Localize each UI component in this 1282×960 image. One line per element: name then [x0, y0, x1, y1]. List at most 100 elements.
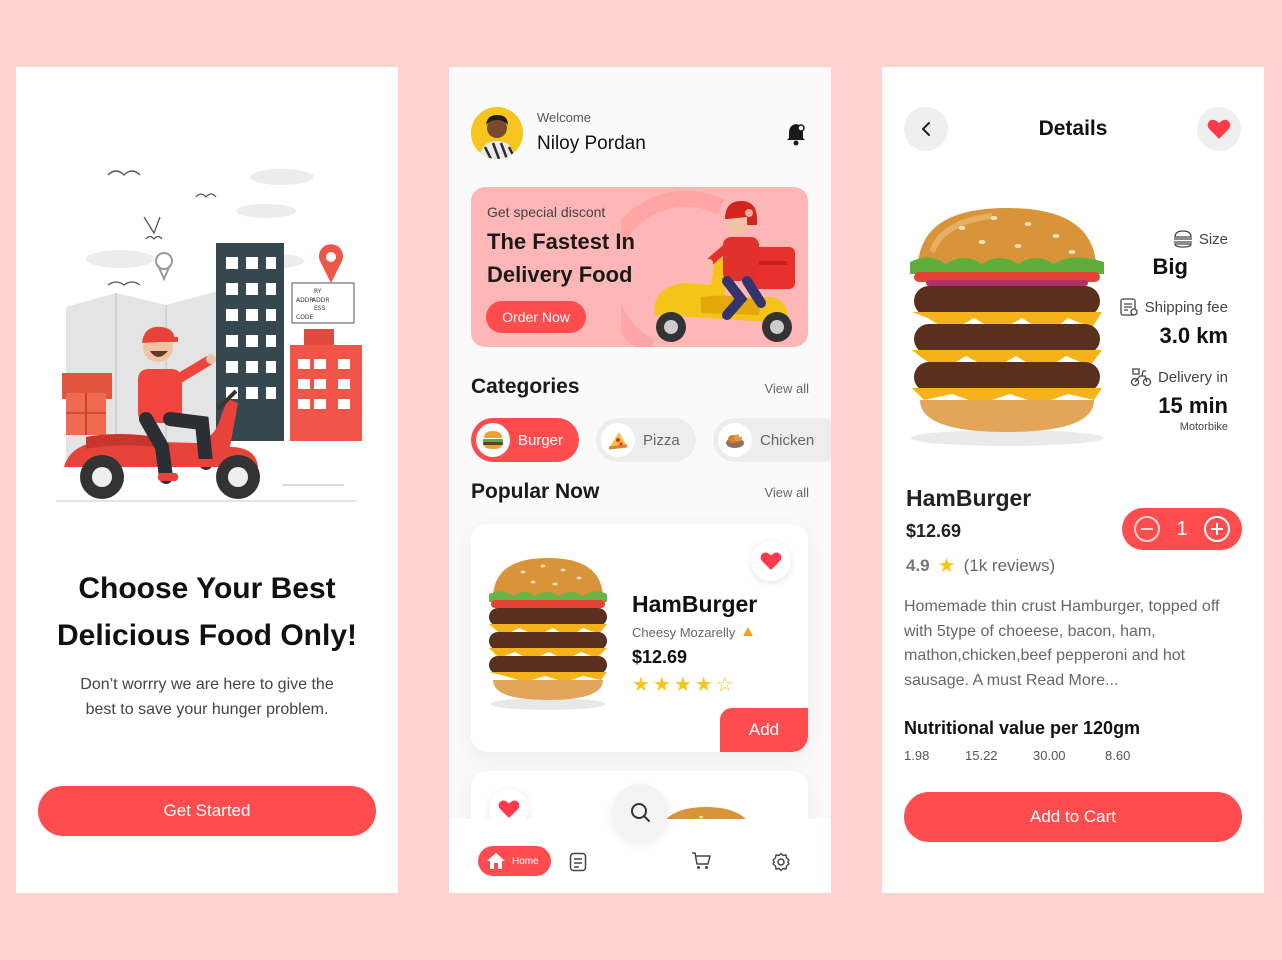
rating-value: 4.9: [906, 555, 930, 575]
details-screen: Details Size Big Shipping fee 3.0 km Del…: [882, 67, 1264, 893]
categories-title: Categories: [471, 375, 580, 398]
delivery-label-row: Delivery in: [1130, 367, 1228, 387]
favorite-button[interactable]: [751, 541, 791, 581]
category-label: Pizza: [643, 431, 680, 449]
sign-line: RY: [314, 288, 322, 295]
delivery-value: 15 min: [1158, 393, 1228, 418]
popular-title: Popular Now: [471, 480, 600, 503]
promo-title: The Fastest In Delivery Food: [487, 225, 635, 291]
nutrition-title: Nutritional value per 120gm: [904, 718, 1141, 738]
cart-icon[interactable]: [691, 852, 711, 870]
nutrition-value: 8.60: [1105, 748, 1131, 763]
size-label-row: Size: [1153, 230, 1228, 248]
minus-icon: [1141, 528, 1153, 530]
cloud: [236, 204, 296, 218]
category-chip-burger[interactable]: Burger: [471, 418, 580, 462]
decrease-quantity-button[interactable]: [1134, 516, 1160, 542]
shipping-label-row: Shipping fee: [1119, 297, 1228, 317]
get-started-button[interactable]: Get Started: [38, 786, 376, 836]
nutrition-value: 30.00: [1033, 748, 1066, 763]
burger-icon: [476, 423, 510, 457]
promo-subtitle: Get special discont: [487, 204, 606, 220]
delivery-label: Delivery in: [1157, 368, 1228, 386]
popular-view-all-link[interactable]: View all: [764, 485, 809, 500]
cheese-icon: [742, 627, 753, 636]
map-pin-icon: [155, 252, 173, 282]
add-button[interactable]: Add: [720, 708, 808, 752]
sign-line: ESS: [314, 305, 326, 312]
onboarding-title: Choose Your Best Delicious Food Only!: [16, 565, 398, 659]
onboarding-screen: RY ADDR ADDR ESS CODE Choose Your Best D…: [16, 67, 398, 893]
hamburger-image: [489, 558, 607, 710]
category-chip-chicken[interactable]: Chicken: [713, 418, 831, 462]
heart-icon: [498, 800, 520, 818]
title-line: Choose Your Best: [78, 572, 336, 605]
product-name: HamBurger: [906, 485, 1032, 511]
increase-quantity-button[interactable]: [1204, 516, 1230, 542]
nav-home-label: Home: [512, 855, 539, 867]
item-name: HamBurger: [632, 591, 758, 617]
chicken-icon: [718, 423, 752, 457]
receipt-icon: [1119, 298, 1138, 316]
cloud: [86, 250, 154, 268]
categories-view-all-link[interactable]: View all: [764, 381, 809, 396]
shipping-info: Shipping fee 3.0 km: [1119, 297, 1228, 349]
delivery-mode: Motorbike: [1179, 421, 1228, 433]
orders-icon[interactable]: [569, 852, 587, 872]
review-count: (1k reviews): [963, 555, 1056, 575]
size-value: Big: [1152, 254, 1188, 279]
item-price: $12.69: [632, 647, 688, 667]
category-label: Chicken: [760, 431, 815, 449]
half-star-icon: ☆: [715, 674, 737, 696]
burger-outline-icon: [1173, 230, 1192, 248]
home-icon: [487, 853, 505, 869]
product-price: $12.69: [906, 521, 962, 541]
home-screen: Welcome Niloy Pordan Get special discont…: [449, 67, 831, 893]
sign-line: CODE: [296, 314, 314, 321]
location-pin-icon: [319, 244, 343, 283]
star-icon: ★: [937, 555, 956, 577]
parcel-boxes: [62, 373, 112, 435]
pizza-icon: [601, 423, 635, 457]
heart-icon: [1207, 119, 1231, 139]
popular-item-card[interactable]: HamBurger Cheesy Mozarelly $12.69 ★★★★☆ …: [471, 524, 808, 752]
size-info: Size Big: [1153, 230, 1228, 280]
nutrition-value: 1.98: [904, 748, 930, 763]
order-now-button[interactable]: Order Now: [486, 301, 586, 333]
shipping-label: Shipping fee: [1144, 298, 1228, 316]
promo-title-line: The Fastest In: [487, 229, 635, 254]
nav-home-tab[interactable]: Home: [478, 846, 551, 876]
category-chip-pizza[interactable]: Pizza: [596, 418, 696, 462]
motorbike-icon: [1130, 368, 1152, 387]
search-button[interactable]: [612, 784, 668, 840]
onboarding-description: Don’t worrry we are here to give the bes…: [80, 676, 334, 718]
add-to-cart-button[interactable]: Add to Cart: [904, 792, 1242, 842]
welcome-text: Welcome: [537, 110, 591, 125]
item-subtitle: Cheesy Mozarelly: [632, 625, 754, 640]
size-label: Size: [1198, 230, 1228, 248]
product-description: Homemade thin crust Hamburger, topped of…: [904, 598, 1220, 689]
user-name: Niloy Pordan: [537, 133, 646, 154]
notification-bell-icon[interactable]: [785, 122, 807, 146]
nutrition-value: 15.22: [965, 748, 998, 763]
category-label: Burger: [518, 431, 564, 449]
sign-line: ADDR: [296, 297, 314, 304]
promo-banner[interactable]: Get special discont The Fastest In Deliv…: [471, 187, 808, 347]
delivery-illustration: RY ADDR ADDR ESS CODE: [56, 169, 362, 502]
product-rating: 4.9 ★ (1k reviews): [906, 553, 1055, 578]
heart-icon: [760, 552, 782, 570]
item-subtitle-text: Cheesy Mozarelly: [632, 625, 736, 640]
delivery-scooter-illustration: [654, 201, 795, 342]
delivery-info: Delivery in 15 min Motorbike: [1130, 367, 1228, 433]
cloud: [250, 169, 314, 185]
title-line: Delicious Food Only!: [56, 619, 357, 652]
quantity-stepper: 1: [1122, 508, 1242, 550]
search-icon: [631, 803, 650, 822]
favorite-button[interactable]: [1197, 107, 1241, 151]
avatar[interactable]: [471, 107, 523, 159]
shipping-value: 3.0 km: [1159, 323, 1229, 348]
quantity-value: 1: [1176, 517, 1188, 540]
rating-stars: ★★★★☆: [632, 674, 737, 696]
promo-title-line: Delivery Food: [487, 262, 633, 287]
settings-gear-icon[interactable]: [771, 852, 791, 872]
